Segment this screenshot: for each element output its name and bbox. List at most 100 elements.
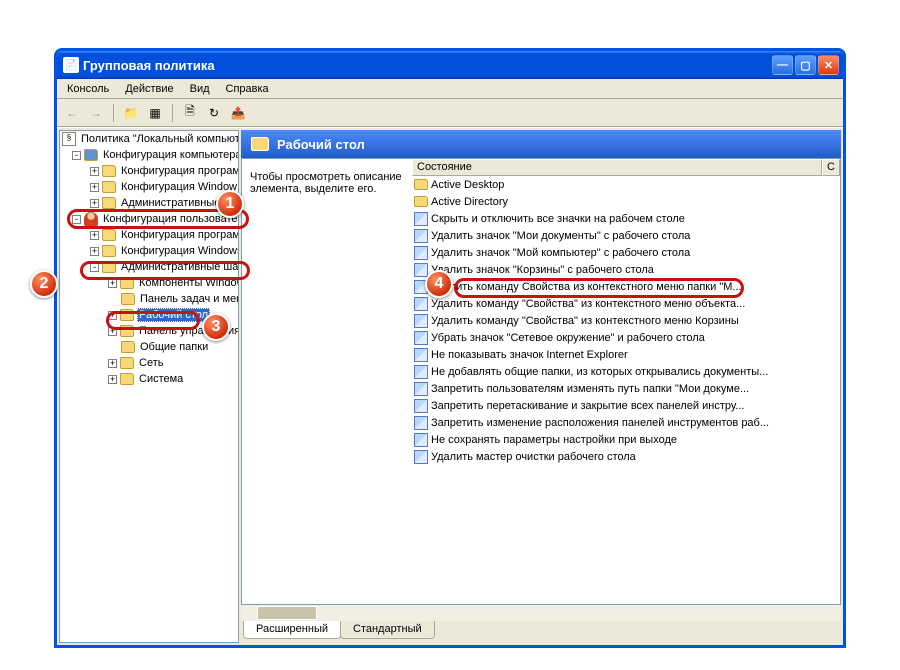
export-button[interactable]: 📤 [227, 102, 249, 124]
list-item[interactable]: Active Desktop [412, 176, 840, 193]
policy-icon [414, 314, 428, 328]
expand-icon[interactable]: + [108, 375, 117, 384]
folder-icon [414, 179, 428, 190]
item-name: Не показывать значок Internet Explorer [431, 349, 840, 361]
column-c[interactable]: С [822, 159, 840, 176]
column-state[interactable]: Состояние [412, 159, 822, 176]
item-name: Скрыть и отключить все значки на рабочем… [431, 213, 840, 225]
close-button[interactable]: ✕ [818, 55, 839, 75]
list-item[interactable]: Убрать значок "Сетевое окружение" и рабо… [412, 329, 840, 346]
list-item[interactable]: Удалить значок "Мой компьютер" с рабочег… [412, 244, 840, 261]
collapse-icon[interactable]: - [90, 263, 99, 272]
tree-shared-folders[interactable]: Общие папки [60, 339, 238, 355]
folder-icon [102, 197, 116, 209]
list-header[interactable]: Состояние С [412, 159, 840, 176]
tree-win-components[interactable]: + Компоненты Windows [60, 275, 238, 291]
horizontal-scrollbar[interactable] [241, 605, 841, 621]
properties-button[interactable]: 🗎 [179, 102, 201, 124]
list-item[interactable]: Не показывать значок Internet ExplorerН [412, 346, 840, 363]
folder-icon [120, 325, 134, 337]
tree-system[interactable]: + Система [60, 371, 238, 387]
collapse-icon[interactable]: - [72, 151, 81, 160]
minimize-button[interactable]: — [772, 55, 793, 75]
policy-icon [414, 297, 428, 311]
list-item[interactable]: Запретить перетаскивание и закрытие всех… [412, 397, 840, 414]
list-item[interactable]: Удалить команду "Свойства" из контекстно… [412, 312, 840, 329]
policy-icon [414, 229, 428, 243]
tree-user-config[interactable]: - Конфигурация пользовате [60, 211, 238, 227]
folder-icon [120, 309, 134, 321]
user-icon [84, 212, 98, 226]
expand-icon[interactable]: + [90, 183, 99, 192]
list-item[interactable]: Не добавлять общие папки, из которых отк… [412, 363, 840, 380]
item-name: Удалить значок "Мои документы" с рабочег… [431, 230, 840, 242]
show-tree-button[interactable]: ▦ [144, 102, 166, 124]
tab-standard[interactable]: Стандартный [340, 621, 435, 639]
menu-action[interactable]: Действие [117, 81, 181, 97]
forward-button[interactable]: → [85, 102, 107, 124]
collapse-icon[interactable]: - [72, 215, 81, 224]
expand-icon[interactable]: + [90, 199, 99, 208]
list-item[interactable]: Удалить команду Свойства из контекстного… [412, 278, 840, 295]
description-column: Чтобы просмотреть описание элемента, выд… [242, 159, 412, 604]
tree-user-windows[interactable]: + Конфигурация Windows [60, 243, 238, 259]
menu-console[interactable]: Консоль [59, 81, 117, 97]
policy-icon [414, 433, 428, 447]
tree-user-software[interactable]: + Конфигурация програм [60, 227, 238, 243]
list-item[interactable]: Удалить значок "Корзины" с рабочего стол… [412, 261, 840, 278]
tree-comp-software[interactable]: + Конфигурация програм [60, 163, 238, 179]
expand-icon[interactable]: + [108, 359, 117, 368]
app-window: 📄 Групповая политика — ▢ ✕ Консоль Дейст… [54, 48, 846, 648]
tree-taskbar[interactable]: Панель задач и меню [60, 291, 238, 307]
list-item[interactable]: Скрыть и отключить все значки на рабочем… [412, 210, 840, 227]
content-area: § Политика "Локальный компьюте - Конфигу… [57, 127, 843, 645]
refresh-button[interactable]: ↻ [203, 102, 225, 124]
expand-icon[interactable]: + [90, 167, 99, 176]
expand-icon[interactable]: + [90, 231, 99, 240]
folder-icon [102, 245, 116, 257]
tree-root[interactable]: § Политика "Локальный компьюте [60, 131, 238, 147]
tree-comp-windows[interactable]: + Конфигурация Window [60, 179, 238, 195]
policy-icon [414, 399, 428, 413]
maximize-button[interactable]: ▢ [795, 55, 816, 75]
tab-extended[interactable]: Расширенный [243, 621, 341, 639]
expand-icon[interactable]: + [108, 311, 117, 320]
policy-icon [414, 450, 428, 464]
list-item[interactable]: Запретить пользователям изменять путь па… [412, 380, 840, 397]
list-item[interactable]: Удалить команду "Свойства" из контекстно… [412, 295, 840, 312]
toolbar: ← → 📁 ▦ 🗎 ↻ 📤 [57, 99, 843, 127]
back-button[interactable]: ← [61, 102, 83, 124]
item-name: Убрать значок "Сетевое окружение" и рабо… [431, 332, 840, 344]
policy-icon [414, 416, 428, 430]
tree-network[interactable]: + Сеть [60, 355, 238, 371]
tree-control-panel[interactable]: + Панель управления [60, 323, 238, 339]
policy-list[interactable]: Состояние С Active DesktopActive Directo… [412, 159, 840, 604]
description-text: Чтобы просмотреть описание элемента, выд… [250, 171, 402, 195]
tree-computer-config[interactable]: - Конфигурация компьютера [60, 147, 238, 163]
list-item[interactable]: Удалить мастер очистки рабочего столаН [412, 448, 840, 465]
list-item[interactable]: Удалить значок "Мои документы" с рабочег… [412, 227, 840, 244]
folder-icon [414, 196, 428, 207]
policy-icon [414, 365, 428, 379]
policy-icon [414, 246, 428, 260]
expand-icon[interactable]: + [108, 327, 117, 336]
menu-view[interactable]: Вид [182, 81, 218, 97]
item-name: Запретить пользователям изменять путь па… [431, 383, 840, 395]
tree-comp-admin[interactable]: + Административные ша [60, 195, 238, 211]
titlebar[interactable]: 📄 Групповая политика — ▢ ✕ [57, 51, 843, 79]
app-icon: 📄 [63, 57, 79, 73]
folder-icon [102, 165, 116, 177]
tree-user-admin[interactable]: - Административные шабл [60, 259, 238, 275]
detail-area: Чтобы просмотреть описание элемента, выд… [241, 158, 841, 605]
expand-icon[interactable]: + [90, 247, 99, 256]
menubar: Консоль Действие Вид Справка [57, 79, 843, 99]
menu-help[interactable]: Справка [218, 81, 277, 97]
expand-icon[interactable]: + [108, 279, 117, 288]
list-item[interactable]: Не сохранять параметры настройки при вых… [412, 431, 840, 448]
list-item[interactable]: Active Directory [412, 193, 840, 210]
tree-pane[interactable]: § Политика "Локальный компьюте - Конфигу… [59, 130, 239, 643]
tree-desktop[interactable]: + Рабочий стол [60, 307, 238, 323]
folder-icon [120, 357, 134, 369]
list-item[interactable]: Запретить изменение расположения панелей… [412, 414, 840, 431]
up-button[interactable]: 📁 [120, 102, 142, 124]
